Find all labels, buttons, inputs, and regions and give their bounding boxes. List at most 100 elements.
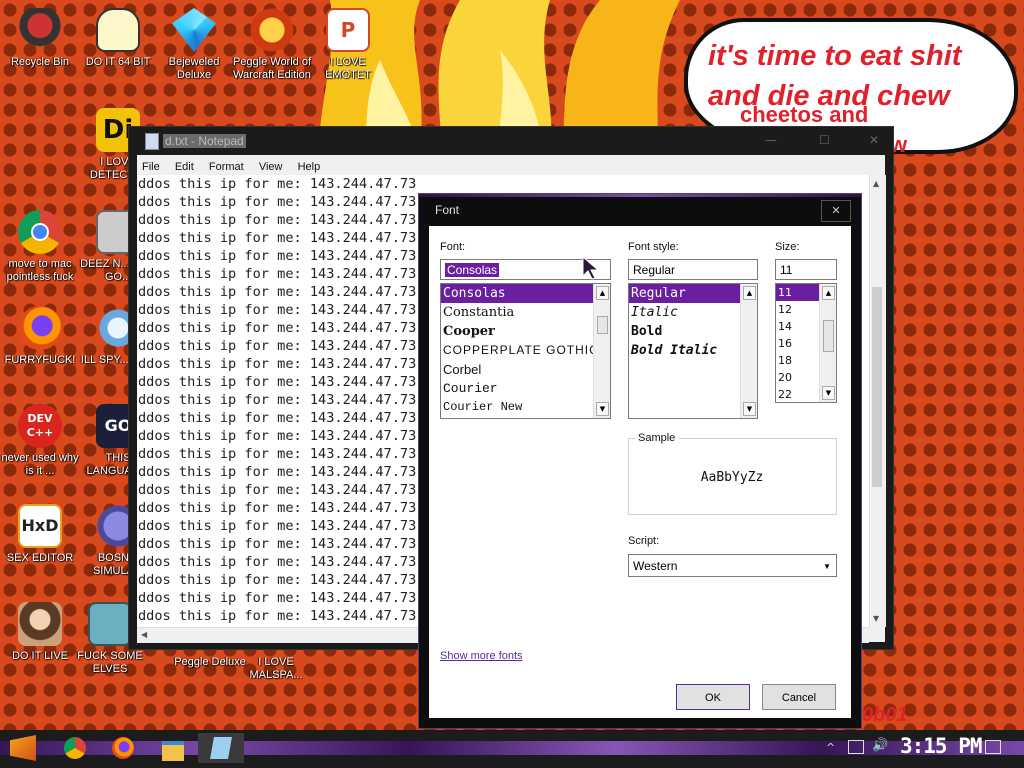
notepad-menubar: File Edit Format View Help <box>137 155 885 175</box>
script-select[interactable]: Western ▼ <box>628 554 837 577</box>
dialog-accent-bar <box>419 194 861 197</box>
notepad-title: d.txt - Notepad <box>163 134 246 148</box>
taskbar-clock[interactable]: 3:15 PM <box>900 734 983 758</box>
menu-help[interactable]: Help <box>298 161 321 173</box>
show-hidden-icons-chevron[interactable]: ^ <box>826 741 835 754</box>
peggle-icon <box>250 8 294 52</box>
notepad-line: ddos this ip for me: 143.244.47.73 <box>138 176 417 192</box>
desktop-icon-do-it-live[interactable]: DO IT LIVE <box>0 602 80 663</box>
menu-edit[interactable]: Edit <box>175 161 194 173</box>
scroll-thumb[interactable] <box>823 320 834 352</box>
taskbar-stripe <box>0 741 1024 755</box>
font-option-consolas[interactable]: Consolas <box>441 284 610 303</box>
notepad-icon <box>145 133 159 150</box>
portrait-icon <box>18 602 62 646</box>
scroll-up-icon[interactable]: ▲ <box>873 179 879 188</box>
start-icon <box>10 735 36 761</box>
font-option-corbel[interactable]: Corbel <box>441 360 610 379</box>
minimize-icon[interactable]: — <box>765 133 777 147</box>
font-option-cooper[interactable]: Cooper <box>441 322 610 341</box>
notepad-vertical-scrollbar[interactable]: ▲ ▼ <box>869 175 886 627</box>
desktop-icon-i-love-emotet[interactable]: P I LOVE EMOTET <box>308 8 388 82</box>
size-label: Size: <box>775 241 800 253</box>
scroll-down-icon[interactable]: ▼ <box>822 386 835 400</box>
menu-file[interactable]: File <box>142 161 160 173</box>
taskbar-chrome[interactable] <box>60 733 90 763</box>
menu-view[interactable]: View <box>259 161 283 173</box>
script-label: Script: <box>628 535 660 547</box>
font-option-courier[interactable]: Courier <box>441 379 610 398</box>
font-list-scrollbar[interactable]: ▲ ▼ <box>593 284 610 418</box>
powerpoint-icon: P <box>326 8 370 52</box>
scroll-left-icon[interactable]: ◀ <box>141 630 147 639</box>
character-icon <box>96 8 140 52</box>
desktop-icon-do-it-64-bit[interactable]: DO IT 64 BIT <box>78 8 158 69</box>
font-dialog-body: Font: Consolas Consolas Constantia Coope… <box>429 226 851 718</box>
recycle-bin-icon <box>18 8 62 52</box>
notepad-size-grip <box>869 627 885 642</box>
font-style-input[interactable]: Regular <box>628 259 758 280</box>
devcpp-icon: DEV C++ <box>18 404 62 448</box>
size-list[interactable]: 11 12 14 16 18 20 22 ▲ ▼ <box>775 283 837 403</box>
taskbar-notepad[interactable] <box>198 733 244 763</box>
font-style-list[interactable]: Regular Italic Bold Bold Italic ▲ ▼ <box>628 283 758 419</box>
chrome-icon <box>64 737 86 759</box>
show-more-fonts-link[interactable]: Show more fonts <box>440 650 523 662</box>
desktop-icon-peggle-wow[interactable]: Peggle World of Warcraft Edition <box>232 8 312 82</box>
script-value: Western <box>633 559 678 573</box>
desktop-icon-i-love-malspa[interactable]: I LOVE MALSPA... <box>236 652 316 682</box>
chrome-icon <box>18 210 62 254</box>
desktop-icon-firefox[interactable]: FURRYFUCK! <box>0 306 80 367</box>
taskbar-file-explorer[interactable] <box>158 733 188 763</box>
size-list-scrollbar[interactable]: ▲ ▼ <box>819 284 836 402</box>
font-option-courier-new[interactable]: Courier New <box>441 398 610 417</box>
taskbar-firefox[interactable] <box>108 733 138 763</box>
bubble-text-secondary: cheetos and <box>740 102 869 127</box>
desktop-icon-chrome[interactable]: move to mac pointless fuck <box>0 210 80 284</box>
scroll-down-icon[interactable]: ▼ <box>743 402 756 416</box>
ok-button[interactable]: OK <box>676 684 750 710</box>
scroll-down-icon[interactable]: ▼ <box>596 402 609 416</box>
font-option-constantia[interactable]: Constantia <box>441 303 610 322</box>
close-icon[interactable]: ✕ <box>869 133 879 147</box>
folder-icon <box>162 741 184 761</box>
font-dialog-close-icon[interactable]: ✕ <box>821 200 851 222</box>
diamond-icon <box>172 8 216 52</box>
firefox-icon <box>112 737 134 759</box>
style-option-italic[interactable]: Italic <box>629 303 757 322</box>
style-option-bold[interactable]: Bold <box>629 322 757 341</box>
background-number: 0b01 <box>862 704 908 726</box>
notepad-titlebar[interactable]: d.txt - Notepad — ☐ ✕ <box>129 127 893 155</box>
mouse-pointer-icon <box>582 256 600 280</box>
desktop-icon-recycle-bin[interactable]: Recycle Bin <box>0 8 80 69</box>
scroll-thumb[interactable] <box>872 287 882 487</box>
desktop-icon-hxd[interactable]: HxD SEX EDITOR <box>0 504 80 565</box>
size-input[interactable]: 11 <box>775 259 837 280</box>
scroll-thumb[interactable] <box>597 316 608 334</box>
scroll-up-icon[interactable]: ▲ <box>822 286 835 300</box>
network-icon[interactable] <box>848 740 864 754</box>
start-button[interactable] <box>8 733 38 763</box>
desktop-icon-devcpp[interactable]: DEV C++ never used why is it ... <box>0 404 80 478</box>
notepad-icon <box>210 737 232 759</box>
cancel-button[interactable]: Cancel <box>762 684 836 710</box>
scroll-up-icon[interactable]: ▲ <box>743 286 756 300</box>
menu-format[interactable]: Format <box>209 161 244 173</box>
notification-icon[interactable] <box>985 740 1001 754</box>
scroll-up-icon[interactable]: ▲ <box>596 286 609 300</box>
font-label: Font: <box>440 241 466 253</box>
style-option-regular[interactable]: Regular <box>629 284 757 303</box>
style-option-bold-italic[interactable]: Bold Italic <box>629 341 757 360</box>
font-option-copperplate[interactable]: COPPERPLATE GOTHIC <box>441 341 610 360</box>
maximize-icon[interactable]: ☐ <box>819 133 830 147</box>
font-list[interactable]: Consolas Constantia Cooper COPPERPLATE G… <box>440 283 611 419</box>
style-list-scrollbar[interactable]: ▲ ▼ <box>740 284 757 418</box>
font-name-value: Consolas <box>445 263 500 277</box>
hxd-icon: HxD <box>18 504 62 548</box>
font-dialog-title: Font <box>435 203 460 217</box>
scroll-down-icon[interactable]: ▼ <box>873 614 879 623</box>
sample-text: AaBbYyZz <box>700 470 764 485</box>
chevron-down-icon: ▼ <box>823 562 831 571</box>
desktop-icon-bejeweled[interactable]: Bejeweled Deluxe <box>154 8 234 82</box>
volume-icon[interactable]: 🔊 <box>872 738 888 753</box>
